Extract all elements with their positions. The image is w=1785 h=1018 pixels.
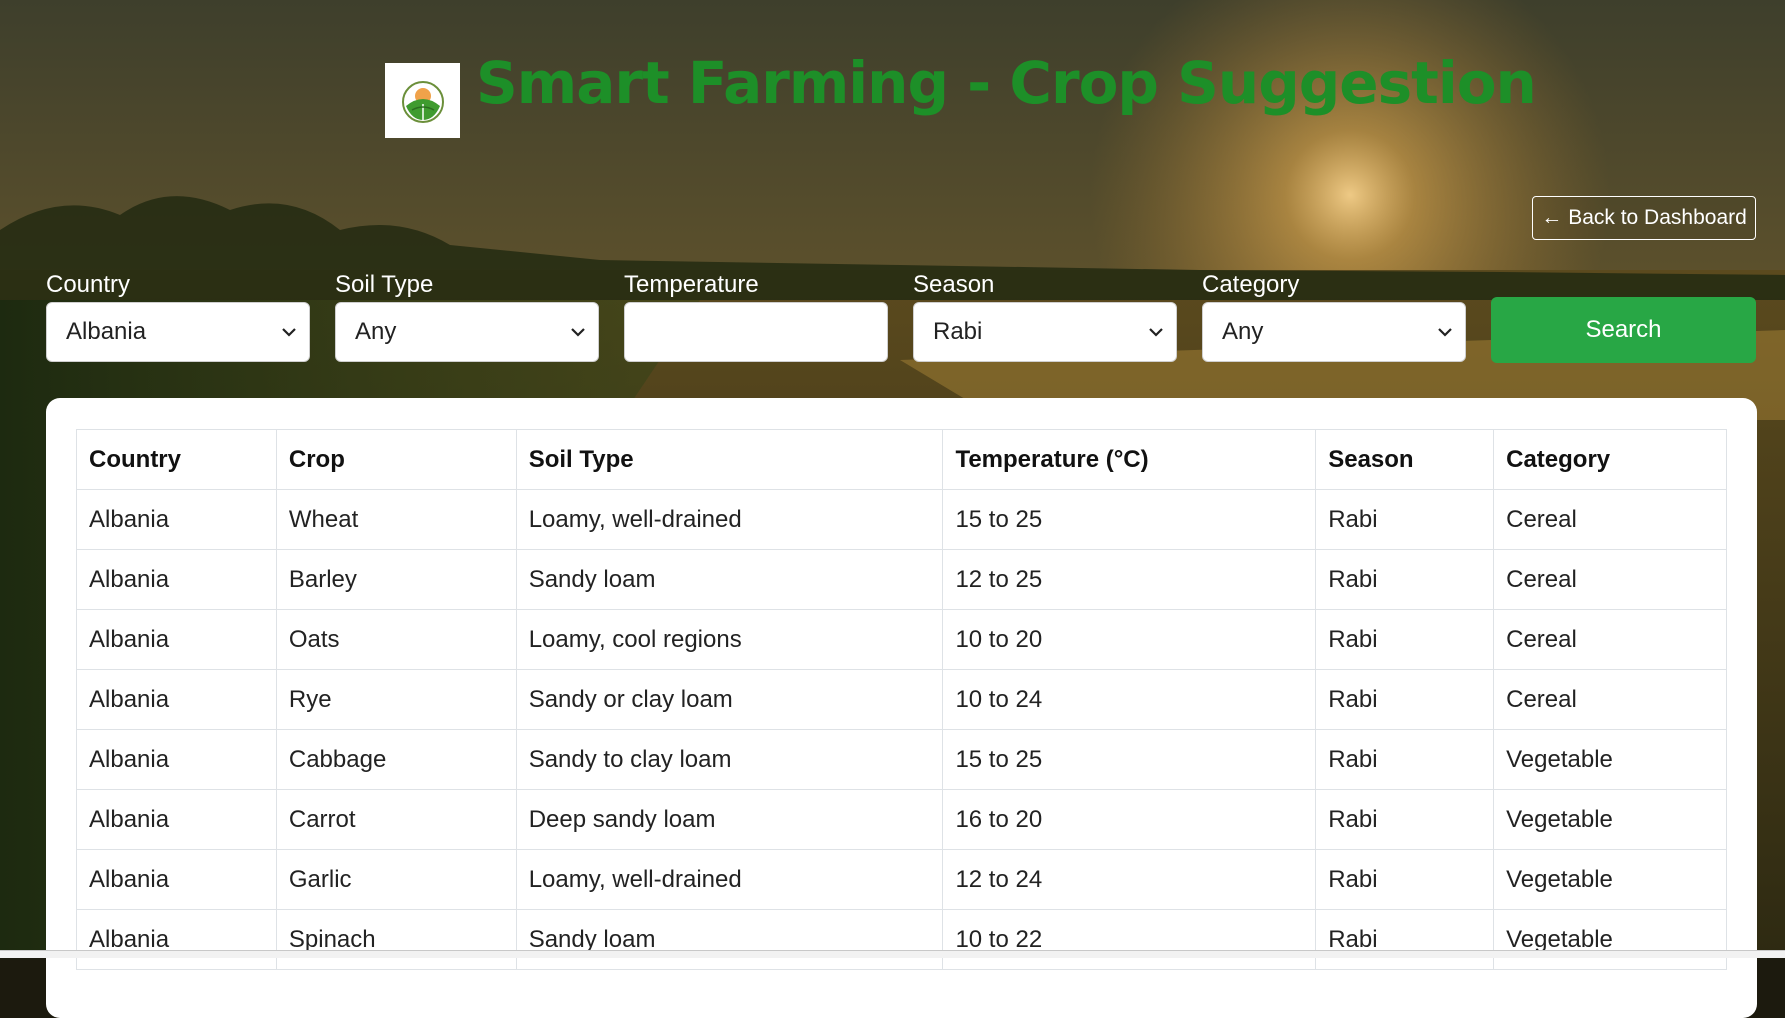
cell-temperature: 16 to 20 (942, 789, 1317, 850)
table-row: Albania Wheat Loamy, well-drained 15 to … (76, 489, 1727, 550)
cell-soil-type: Sandy to clay loam (515, 729, 944, 790)
cell-soil-type: Loamy, well-drained (515, 849, 944, 910)
filter-bar: Country Albania Soil Type Any Temperatur… (46, 268, 1756, 363)
cell-temperature: 10 to 22 (942, 909, 1317, 970)
column-header-country: Country (76, 429, 277, 490)
cell-season: Rabi (1315, 669, 1495, 730)
category-value: Any (1222, 318, 1264, 345)
cell-season: Rabi (1315, 549, 1495, 610)
table-row: Albania Cabbage Sandy to clay loam 15 to… (76, 729, 1727, 790)
logo (385, 63, 460, 138)
cell-category: Cereal (1493, 549, 1727, 610)
cell-season: Rabi (1315, 489, 1495, 550)
cell-country: Albania (76, 549, 277, 610)
cell-temperature: 15 to 25 (942, 489, 1317, 550)
column-header-temperature: Temperature (°C) (942, 429, 1317, 490)
cell-soil-type: Sandy or clay loam (515, 669, 944, 730)
column-header-soil-type: Soil Type (515, 429, 944, 490)
cell-category: Vegetable (1493, 729, 1727, 790)
cell-crop: Barley (275, 549, 517, 610)
cell-crop: Carrot (275, 789, 517, 850)
chevron-down-icon (282, 328, 296, 337)
cell-crop: Spinach (275, 909, 517, 970)
country-value: Albania (66, 318, 147, 345)
results-table: Country Crop Soil Type Temperature (°C) … (76, 429, 1727, 970)
cell-country: Albania (76, 909, 277, 970)
search-button[interactable]: Search (1491, 297, 1756, 363)
table-header-row: Country Crop Soil Type Temperature (°C) … (76, 429, 1727, 490)
cell-crop: Garlic (275, 849, 517, 910)
chevron-down-icon (1438, 328, 1452, 337)
back-button-label: Back to Dashboard (1568, 206, 1747, 229)
category-field: Category Any (1202, 268, 1466, 362)
table-row: Albania Garlic Loamy, well-drained 12 to… (76, 849, 1727, 910)
cell-season: Rabi (1315, 729, 1495, 790)
cell-country: Albania (76, 729, 277, 790)
table-row: Albania Rye Sandy or clay loam 10 to 24 … (76, 669, 1727, 730)
soil-type-select[interactable]: Any (335, 302, 599, 362)
cell-temperature: 15 to 25 (942, 729, 1317, 790)
temperature-label: Temperature (624, 271, 759, 298)
column-header-crop: Crop (275, 429, 517, 490)
cell-category: Vegetable (1493, 909, 1727, 970)
page-title: Smart Farming - Crop Suggestion (476, 49, 1537, 117)
cell-season: Rabi (1315, 909, 1495, 970)
cell-category: Cereal (1493, 669, 1727, 730)
temperature-input[interactable] (624, 302, 888, 362)
cell-temperature: 12 to 24 (942, 849, 1317, 910)
cell-crop: Rye (275, 669, 517, 730)
cell-temperature: 10 to 20 (942, 609, 1317, 670)
season-label: Season (913, 271, 995, 298)
cell-category: Cereal (1493, 609, 1727, 670)
cell-season: Rabi (1315, 849, 1495, 910)
cell-season: Rabi (1315, 789, 1495, 850)
cell-category: Vegetable (1493, 789, 1727, 850)
soil-type-field: Soil Type Any (335, 268, 599, 362)
cell-soil-type: Deep sandy loam (515, 789, 944, 850)
cell-country: Albania (76, 789, 277, 850)
cell-soil-type: Loamy, cool regions (515, 609, 944, 670)
cell-crop: Wheat (275, 489, 517, 550)
table-row: Albania Oats Loamy, cool regions 10 to 2… (76, 609, 1727, 670)
season-value: Rabi (933, 318, 983, 345)
cell-season: Rabi (1315, 609, 1495, 670)
column-header-category: Category (1493, 429, 1727, 490)
soil-type-label: Soil Type (335, 271, 434, 298)
chevron-down-icon (1149, 328, 1163, 337)
chevron-down-icon (571, 328, 585, 337)
temperature-field: Temperature (624, 268, 888, 362)
cell-category: Vegetable (1493, 849, 1727, 910)
category-select[interactable]: Any (1202, 302, 1466, 362)
cell-country: Albania (76, 609, 277, 670)
season-select[interactable]: Rabi (913, 302, 1177, 362)
farm-logo-icon (401, 80, 444, 123)
country-label: Country (46, 271, 131, 298)
cell-category: Cereal (1493, 489, 1727, 550)
soil-type-value: Any (355, 318, 397, 345)
table-row: Albania Carrot Deep sandy loam 16 to 20 … (76, 789, 1727, 850)
country-field: Country Albania (46, 268, 310, 362)
table-row: Albania Barley Sandy loam 12 to 25 Rabi … (76, 549, 1727, 610)
country-select[interactable]: Albania (46, 302, 310, 362)
cell-temperature: 10 to 24 (942, 669, 1317, 730)
cell-temperature: 12 to 25 (942, 549, 1317, 610)
cell-country: Albania (76, 669, 277, 730)
category-label: Category (1202, 271, 1300, 298)
column-header-season: Season (1315, 429, 1495, 490)
cell-soil-type: Loamy, well-drained (515, 489, 944, 550)
table-row: Albania Spinach Sandy loam 10 to 22 Rabi… (76, 909, 1727, 970)
cell-country: Albania (76, 849, 277, 910)
results-card: Country Crop Soil Type Temperature (°C) … (46, 398, 1757, 1018)
cell-crop: Oats (275, 609, 517, 670)
back-to-dashboard-button[interactable]: ← Back to Dashboard (1532, 196, 1756, 240)
cell-soil-type: Sandy loam (515, 549, 944, 610)
cell-soil-type: Sandy loam (515, 909, 944, 970)
cell-country: Albania (76, 489, 277, 550)
back-arrow-icon: ← (1541, 206, 1563, 229)
season-field: Season Rabi (913, 268, 1177, 362)
cell-crop: Cabbage (275, 729, 517, 790)
